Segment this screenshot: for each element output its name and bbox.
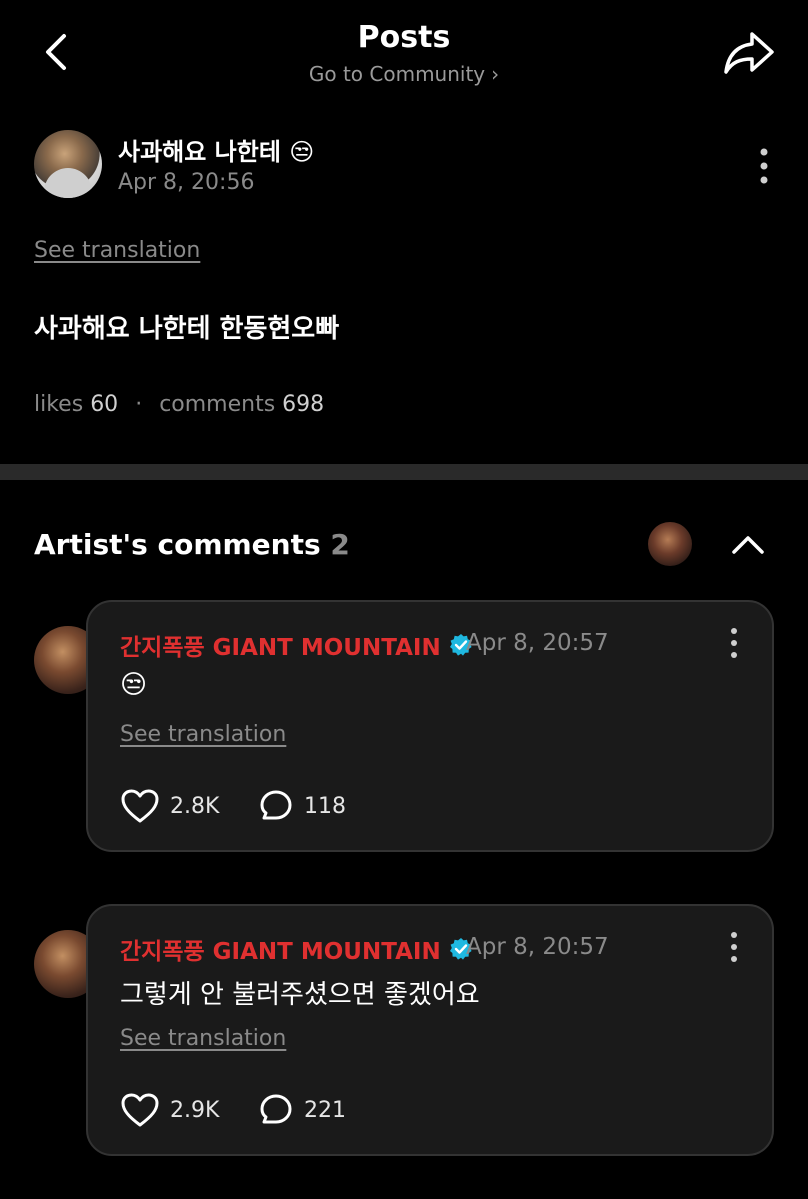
- post-stats: likes 60 · comments 698: [34, 392, 324, 417]
- comment-bubble-icon: [260, 790, 292, 820]
- comment-text: 😒: [120, 670, 148, 700]
- likes-count: 60: [90, 392, 119, 417]
- post-timestamp: Apr 8, 20:56: [118, 170, 255, 195]
- more-vertical-icon: [760, 148, 768, 184]
- like-count: 2.8K: [170, 793, 220, 819]
- comment-text: 그렇게 안 불러주셨으면 좋겠어요: [120, 980, 480, 1010]
- see-translation-link[interactable]: See translation: [120, 1026, 286, 1051]
- artist-comments-count: 2: [330, 528, 350, 561]
- chevron-up-icon: [732, 536, 764, 554]
- heart-icon: [121, 789, 159, 823]
- section-divider: [0, 464, 808, 480]
- comment-timestamp: Apr 8, 20:57: [466, 934, 609, 960]
- avatar[interactable]: [34, 130, 102, 198]
- separator-dot: ·: [135, 392, 143, 417]
- comment-author[interactable]: 간지폭풍 GIANT MOUNTAIN: [120, 932, 473, 966]
- page-title: Posts: [357, 20, 451, 55]
- post-header: 사과해요 나한테 😒 Apr 8, 20:56: [34, 130, 774, 200]
- comment-card: 간지폭풍 GIANT MOUNTAIN Apr 8, 20:57 그렇게 안 불…: [86, 904, 774, 1156]
- comments-count[interactable]: 698: [282, 392, 324, 417]
- comment-more-button[interactable]: [722, 930, 746, 964]
- comment-card: 간지폭풍 GIANT MOUNTAIN Apr 8, 20:57 😒 See t…: [86, 600, 774, 852]
- chevron-right-icon: ›: [491, 62, 500, 86]
- like-button[interactable]: 2.9K: [120, 1092, 219, 1128]
- see-translation-link[interactable]: See translation: [34, 238, 200, 263]
- artist-comments-label: Artist's comments: [34, 528, 321, 561]
- likes-label: likes: [34, 392, 84, 417]
- comment-timestamp: Apr 8, 20:57: [466, 630, 609, 656]
- share-arrow-icon: [724, 32, 774, 74]
- artist-comments-title: Artist's comments 2: [34, 528, 350, 561]
- collapse-button[interactable]: [728, 526, 768, 560]
- comment-author-name: 간지폭풍 GIANT MOUNTAIN: [120, 939, 441, 965]
- reply-count: 118: [304, 793, 346, 819]
- post-more-button[interactable]: [752, 146, 776, 186]
- heart-icon: [121, 1093, 159, 1127]
- like-button[interactable]: 2.8K: [120, 788, 219, 824]
- comment-more-button[interactable]: [722, 626, 746, 660]
- reply-button[interactable]: 118: [258, 788, 346, 824]
- reply-button[interactable]: 221: [258, 1092, 346, 1128]
- top-bar: Posts Go to Community ›: [0, 0, 808, 110]
- post-author-name[interactable]: 사과해요 나한테 😒: [118, 132, 314, 167]
- comments-label[interactable]: comments: [159, 392, 275, 417]
- reply-count: 221: [304, 1097, 346, 1123]
- see-translation-link[interactable]: See translation: [120, 722, 286, 747]
- more-vertical-icon: [731, 932, 737, 962]
- go-to-community-link[interactable]: Go to Community ›: [0, 62, 808, 86]
- like-count: 2.9K: [170, 1097, 220, 1123]
- post-body: 사과해요 나한테 한동현오빠: [34, 314, 340, 344]
- comment-author-name: 간지폭풍 GIANT MOUNTAIN: [120, 635, 441, 661]
- comment-bubble-icon: [260, 1094, 292, 1124]
- go-to-community-label: Go to Community: [308, 62, 486, 86]
- comment-author[interactable]: 간지폭풍 GIANT MOUNTAIN: [120, 628, 473, 662]
- artist-avatar-small: [648, 522, 692, 566]
- more-vertical-icon: [731, 628, 737, 658]
- share-button[interactable]: [722, 28, 776, 78]
